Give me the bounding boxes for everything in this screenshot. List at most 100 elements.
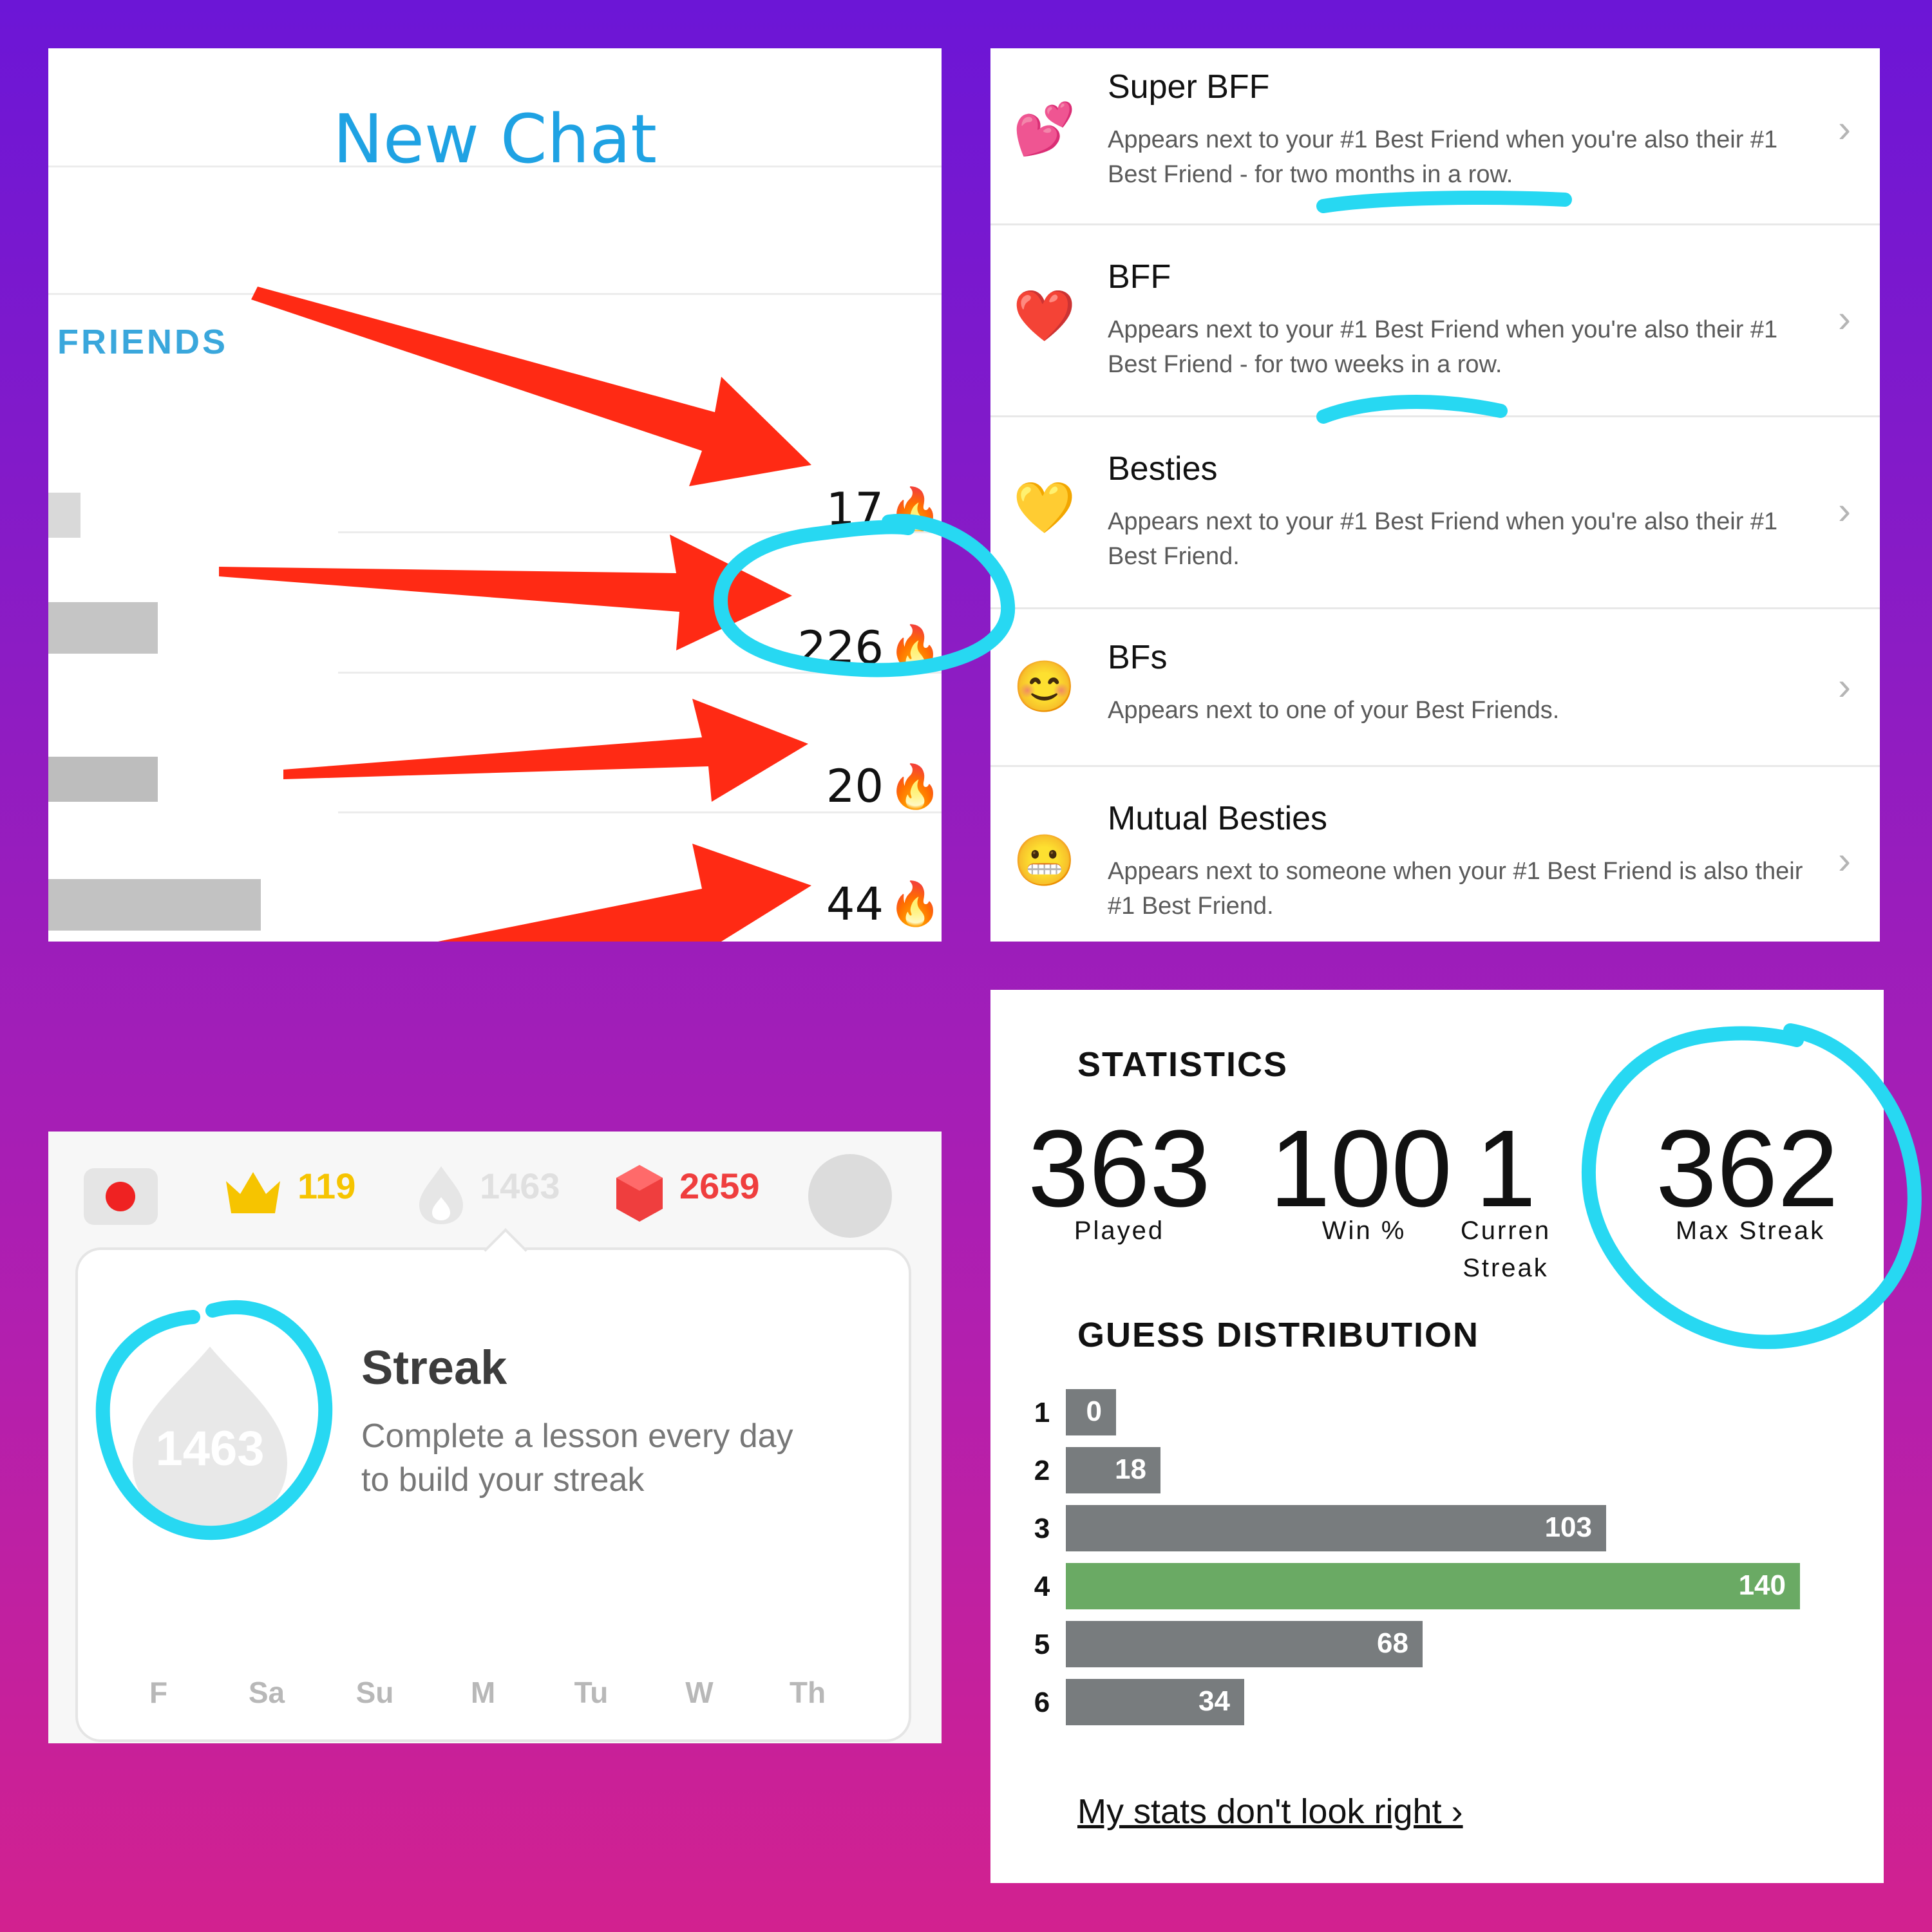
streak-count: 44 — [826, 878, 884, 931]
distribution-bar: 18 — [1066, 1447, 1160, 1493]
friend-row[interactable]: 226 🔥 — [48, 576, 942, 705]
crowns-count[interactable]: 119 — [298, 1165, 355, 1207]
distribution-bar: 34 — [1066, 1679, 1244, 1725]
friend-row[interactable]: 17 🔥 — [48, 448, 942, 576]
friend-emojis-panel: 💕 Super BFF Appears next to your #1 Best… — [990, 48, 1880, 942]
smiling-face-icon: 😊 — [1013, 658, 1076, 715]
desc-line: Complete a lesson every day — [361, 1417, 793, 1455]
stat-label-text: Max Streak — [1675, 1217, 1826, 1245]
avatar[interactable] — [808, 1154, 892, 1238]
day-label: F — [149, 1676, 168, 1709]
stat-label-text: Curren — [1460, 1217, 1551, 1245]
streak-flame-icon — [419, 1166, 463, 1224]
item-title: Super BFF — [1108, 68, 1270, 106]
item-description: Appears next to your #1 Best Friend when… — [1108, 316, 1778, 378]
red-heart-icon: ❤️ — [1013, 287, 1076, 344]
pixelated-name — [48, 757, 158, 802]
gems-count[interactable]: 2659 — [679, 1165, 760, 1207]
streak-description: Complete a lesson every day to build you… — [361, 1414, 876, 1502]
fire-icon: 🔥 — [888, 486, 942, 533]
pixelated-name — [48, 879, 261, 931]
guess-number-label: 4 — [1034, 1571, 1050, 1602]
item-description: Appears next to your #1 Best Friend when… — [1108, 508, 1778, 570]
chevron-right-icon: › — [1838, 489, 1851, 532]
divider — [48, 293, 942, 295]
streak-card: 1463 Streak Complete a lesson every day … — [75, 1228, 911, 1742]
grimacing-face-icon: 😬 — [1013, 832, 1076, 889]
bar-value-label: 140 — [1738, 1569, 1786, 1601]
item-title: Besties — [1108, 450, 1218, 488]
day-label: Su — [355, 1676, 394, 1709]
stat-label: Played — [1023, 1212, 1216, 1249]
item-title: BFs — [1108, 639, 1168, 676]
list-item-bfs[interactable]: 😊 BFs Appears next to one of your Best F… — [990, 609, 1880, 767]
fire-icon: 🔥 — [888, 762, 942, 810]
item-description: Appears next to one of your Best Friends… — [1108, 697, 1560, 724]
language-flag-button[interactable] — [84, 1168, 158, 1225]
bar-value-label: 68 — [1377, 1627, 1408, 1659]
distribution-bar: 140 — [1066, 1563, 1800, 1609]
pixelated-name — [48, 602, 158, 654]
divider — [338, 531, 942, 533]
stats-help-link[interactable]: My stats don't look right › — [1077, 1792, 1463, 1832]
item-description: Appears next to your #1 Best Friend when… — [1108, 126, 1778, 188]
snapchat-new-chat-panel: New Chat FRIENDS 17 🔥 226 🔥 20 🔥 44 🔥 — [48, 48, 942, 942]
stat-label-text: Streak — [1463, 1254, 1549, 1282]
yellow-heart-icon: 💛 — [1013, 479, 1076, 536]
flag-icon — [106, 1182, 135, 1211]
list-item-super-bff[interactable]: 💕 Super BFF Appears next to your #1 Best… — [990, 48, 1880, 225]
day-label: Sa — [248, 1676, 285, 1709]
item-title: BFF — [1108, 258, 1171, 296]
stat-label: Curren Streak — [1409, 1212, 1602, 1287]
chevron-right-icon: › — [1838, 297, 1851, 340]
streak-count[interactable]: 1463 — [480, 1165, 560, 1207]
stat-label-text: Played — [1074, 1217, 1165, 1245]
desc-line: to build your streak — [361, 1461, 645, 1499]
statistics-heading: STATISTICS — [1077, 1045, 1288, 1084]
guess-number-label: 1 — [1034, 1397, 1050, 1428]
distribution-bar: 0 — [1066, 1389, 1116, 1435]
item-description: Appears next to someone when your #1 Bes… — [1108, 858, 1803, 920]
friend-row[interactable]: 44 🔥 — [48, 847, 942, 942]
day-label: W — [685, 1676, 714, 1709]
bar-value-label: 34 — [1198, 1685, 1230, 1717]
streak-title: Streak — [361, 1341, 507, 1394]
list-item-besties[interactable]: 💛 Besties Appears next to your #1 Best F… — [990, 417, 1880, 609]
bar-value-label: 0 — [1086, 1396, 1102, 1427]
guess-number-label: 6 — [1034, 1687, 1050, 1718]
wordle-statistics-panel: STATISTICS 363 Played 100 Win % 1 Curren… — [990, 990, 1884, 1883]
bar-value-label: 18 — [1115, 1454, 1146, 1485]
divider — [48, 166, 942, 167]
distribution-bar: 68 — [1066, 1621, 1423, 1667]
guess-number-label: 5 — [1034, 1629, 1050, 1660]
stat-label: Max Streak — [1654, 1212, 1847, 1249]
guess-number-label: 3 — [1034, 1513, 1050, 1544]
distribution-bar: 103 — [1066, 1505, 1606, 1551]
guess-distribution-heading: GUESS DISTRIBUTION — [1077, 1316, 1480, 1354]
streak-count: 17 — [826, 483, 884, 536]
fire-icon: 🔥 — [888, 623, 942, 671]
chevron-right-icon: › — [1838, 107, 1851, 150]
bar-value-label: 103 — [1544, 1511, 1592, 1543]
streak-value: 1463 — [155, 1421, 265, 1476]
fire-icon: 🔥 — [888, 880, 942, 927]
streak-count: 20 — [826, 760, 884, 813]
section-header-friends: FRIENDS — [57, 323, 229, 361]
chevron-right-icon: › — [1838, 665, 1851, 708]
day-label: M — [470, 1676, 496, 1709]
day-label: Tu — [574, 1676, 609, 1709]
chevron-right-icon: › — [1838, 838, 1851, 882]
day-label: Th — [789, 1676, 826, 1709]
friend-row[interactable]: 20 🔥 — [48, 712, 942, 840]
two-hearts-icon: 💕 — [1013, 100, 1076, 157]
pixelated-name — [48, 493, 80, 538]
stat-label-text: Win % — [1321, 1217, 1406, 1245]
gem-icon — [616, 1165, 663, 1222]
divider — [338, 811, 942, 813]
list-item-mutual-besties[interactable]: 😬 Mutual Besties Appears next to someone… — [990, 767, 1880, 942]
list-item-bff[interactable]: ❤️ BFF Appears next to your #1 Best Frie… — [990, 225, 1880, 417]
streak-count: 226 — [797, 621, 884, 674]
guess-number-label: 2 — [1034, 1455, 1050, 1486]
crown-icon — [226, 1172, 280, 1213]
duolingo-streak-panel: 119 1463 2659 1463 Streak Complete a les… — [48, 1132, 942, 1743]
